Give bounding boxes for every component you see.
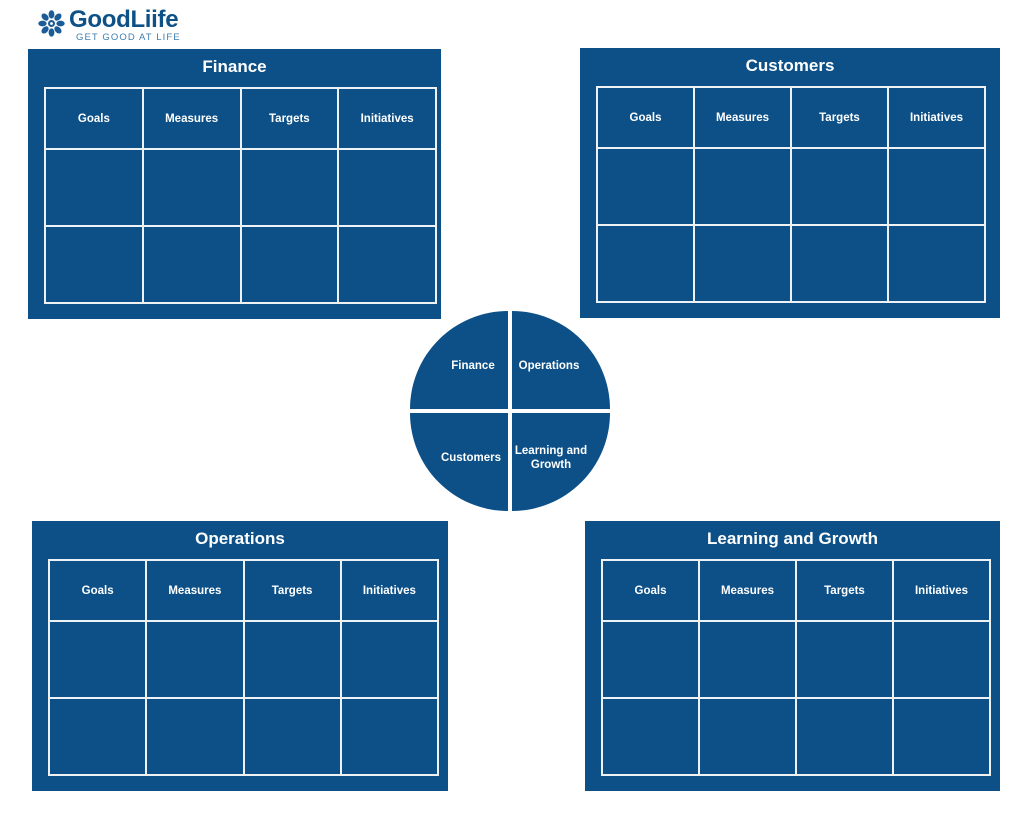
brand-logo: GoodLiife GET GOOD AT LIFE [38, 7, 238, 43]
column-header-goals: Goals [596, 86, 695, 149]
column-header-targets: Targets [239, 87, 340, 150]
center-wheel: Finance Operations Customers Learning an… [410, 311, 610, 511]
column-header-initiatives: Initiatives [892, 559, 991, 622]
table-header-row: Goals Measures Targets Initiatives [44, 87, 437, 150]
perspective-panel-learning-and-growth: Learning and Growth Goals Measures Targe… [585, 521, 1000, 791]
scorecard-table-learning-and-growth: Goals Measures Targets Initiatives [601, 559, 991, 776]
table-cell[interactable] [790, 147, 889, 226]
panel-title-learning-and-growth: Learning and Growth [707, 529, 878, 548]
table-cell[interactable] [601, 697, 700, 776]
table-cell[interactable] [596, 147, 695, 226]
scorecard-table-customers: Goals Measures Targets Initiatives [596, 86, 986, 303]
table-row [601, 697, 991, 776]
table-cell[interactable] [693, 224, 792, 303]
panel-title-operations: Operations [195, 529, 285, 548]
perspective-panel-customers: Customers Goals Measures Targets Initiat… [580, 48, 1000, 318]
table-cell[interactable] [698, 697, 797, 776]
column-header-measures: Measures [141, 87, 242, 150]
column-header-measures: Measures [693, 86, 792, 149]
column-header-measures: Measures [145, 559, 245, 622]
wheel-quadrant-label: Operations [518, 360, 580, 372]
table-cell[interactable] [887, 224, 986, 303]
table-cell[interactable] [141, 225, 242, 304]
table-cell[interactable] [795, 697, 894, 776]
table-cell[interactable] [239, 148, 340, 227]
table-row [47, 697, 440, 776]
wheel-quadrant-label: Learning and Growth [514, 445, 588, 471]
table-cell[interactable] [892, 620, 991, 699]
table-cell[interactable] [339, 697, 440, 776]
column-header-goals: Goals [44, 87, 144, 150]
table-header-row: Goals Measures Targets Initiatives [596, 86, 986, 149]
wheel-quadrant-finance[interactable]: Finance [410, 311, 508, 409]
table-cell[interactable] [242, 697, 342, 776]
column-header-targets: Targets [242, 559, 342, 622]
table-cell[interactable] [698, 620, 797, 699]
table-cell[interactable] [339, 620, 440, 699]
column-header-targets: Targets [790, 86, 889, 149]
table-header-row: Goals Measures Targets Initiatives [47, 559, 440, 622]
column-header-goals: Goals [47, 559, 148, 622]
table-cell[interactable] [693, 147, 792, 226]
table-row [596, 147, 986, 226]
brand-wordmark: GoodLiife [69, 6, 179, 33]
table-row [44, 148, 437, 227]
table-row [596, 224, 986, 303]
table-cell[interactable] [790, 224, 889, 303]
table-cell[interactable] [887, 147, 986, 226]
column-header-goals: Goals [601, 559, 700, 622]
table-cell[interactable] [892, 697, 991, 776]
column-header-initiatives: Initiatives [339, 559, 440, 622]
brand-tagline: GET GOOD AT LIFE [76, 32, 181, 43]
column-header-initiatives: Initiatives [887, 86, 986, 149]
column-header-initiatives: Initiatives [337, 87, 437, 150]
table-row [47, 620, 440, 699]
wheel-quadrant-label: Customers [440, 452, 502, 464]
wheel-quadrant-label: Finance [451, 360, 495, 372]
table-cell[interactable] [44, 225, 144, 304]
table-cell[interactable] [145, 697, 245, 776]
wheel-quadrant-operations[interactable]: Operations [512, 311, 610, 409]
table-cell[interactable] [239, 225, 340, 304]
table-cell[interactable] [47, 697, 148, 776]
wheel-quadrant-customers[interactable]: Customers [410, 413, 508, 511]
table-header-row: Goals Measures Targets Initiatives [601, 559, 991, 622]
table-cell[interactable] [145, 620, 245, 699]
column-header-measures: Measures [698, 559, 797, 622]
perspective-panel-operations: Operations Goals Measures Targets Initia… [32, 521, 448, 791]
flower-asterisk-icon [38, 10, 65, 37]
table-cell[interactable] [596, 224, 695, 303]
wheel-quadrant-learning-and-growth[interactable]: Learning and Growth [512, 413, 610, 511]
table-cell[interactable] [795, 620, 894, 699]
table-cell[interactable] [337, 225, 437, 304]
panel-title-finance: Finance [202, 57, 267, 76]
table-cell[interactable] [601, 620, 700, 699]
table-cell[interactable] [337, 148, 437, 227]
scorecard-table-finance: Goals Measures Targets Initiatives [44, 87, 437, 304]
table-cell[interactable] [242, 620, 342, 699]
panel-title-customers: Customers [745, 56, 835, 75]
table-cell[interactable] [44, 148, 144, 227]
table-row [601, 620, 991, 699]
table-cell[interactable] [141, 148, 242, 227]
table-cell[interactable] [47, 620, 148, 699]
scorecard-table-operations: Goals Measures Targets Initiatives [47, 559, 440, 776]
table-row [44, 225, 437, 304]
perspective-panel-finance: Finance Goals Measures Targets Initiativ… [28, 49, 441, 319]
column-header-targets: Targets [795, 559, 894, 622]
